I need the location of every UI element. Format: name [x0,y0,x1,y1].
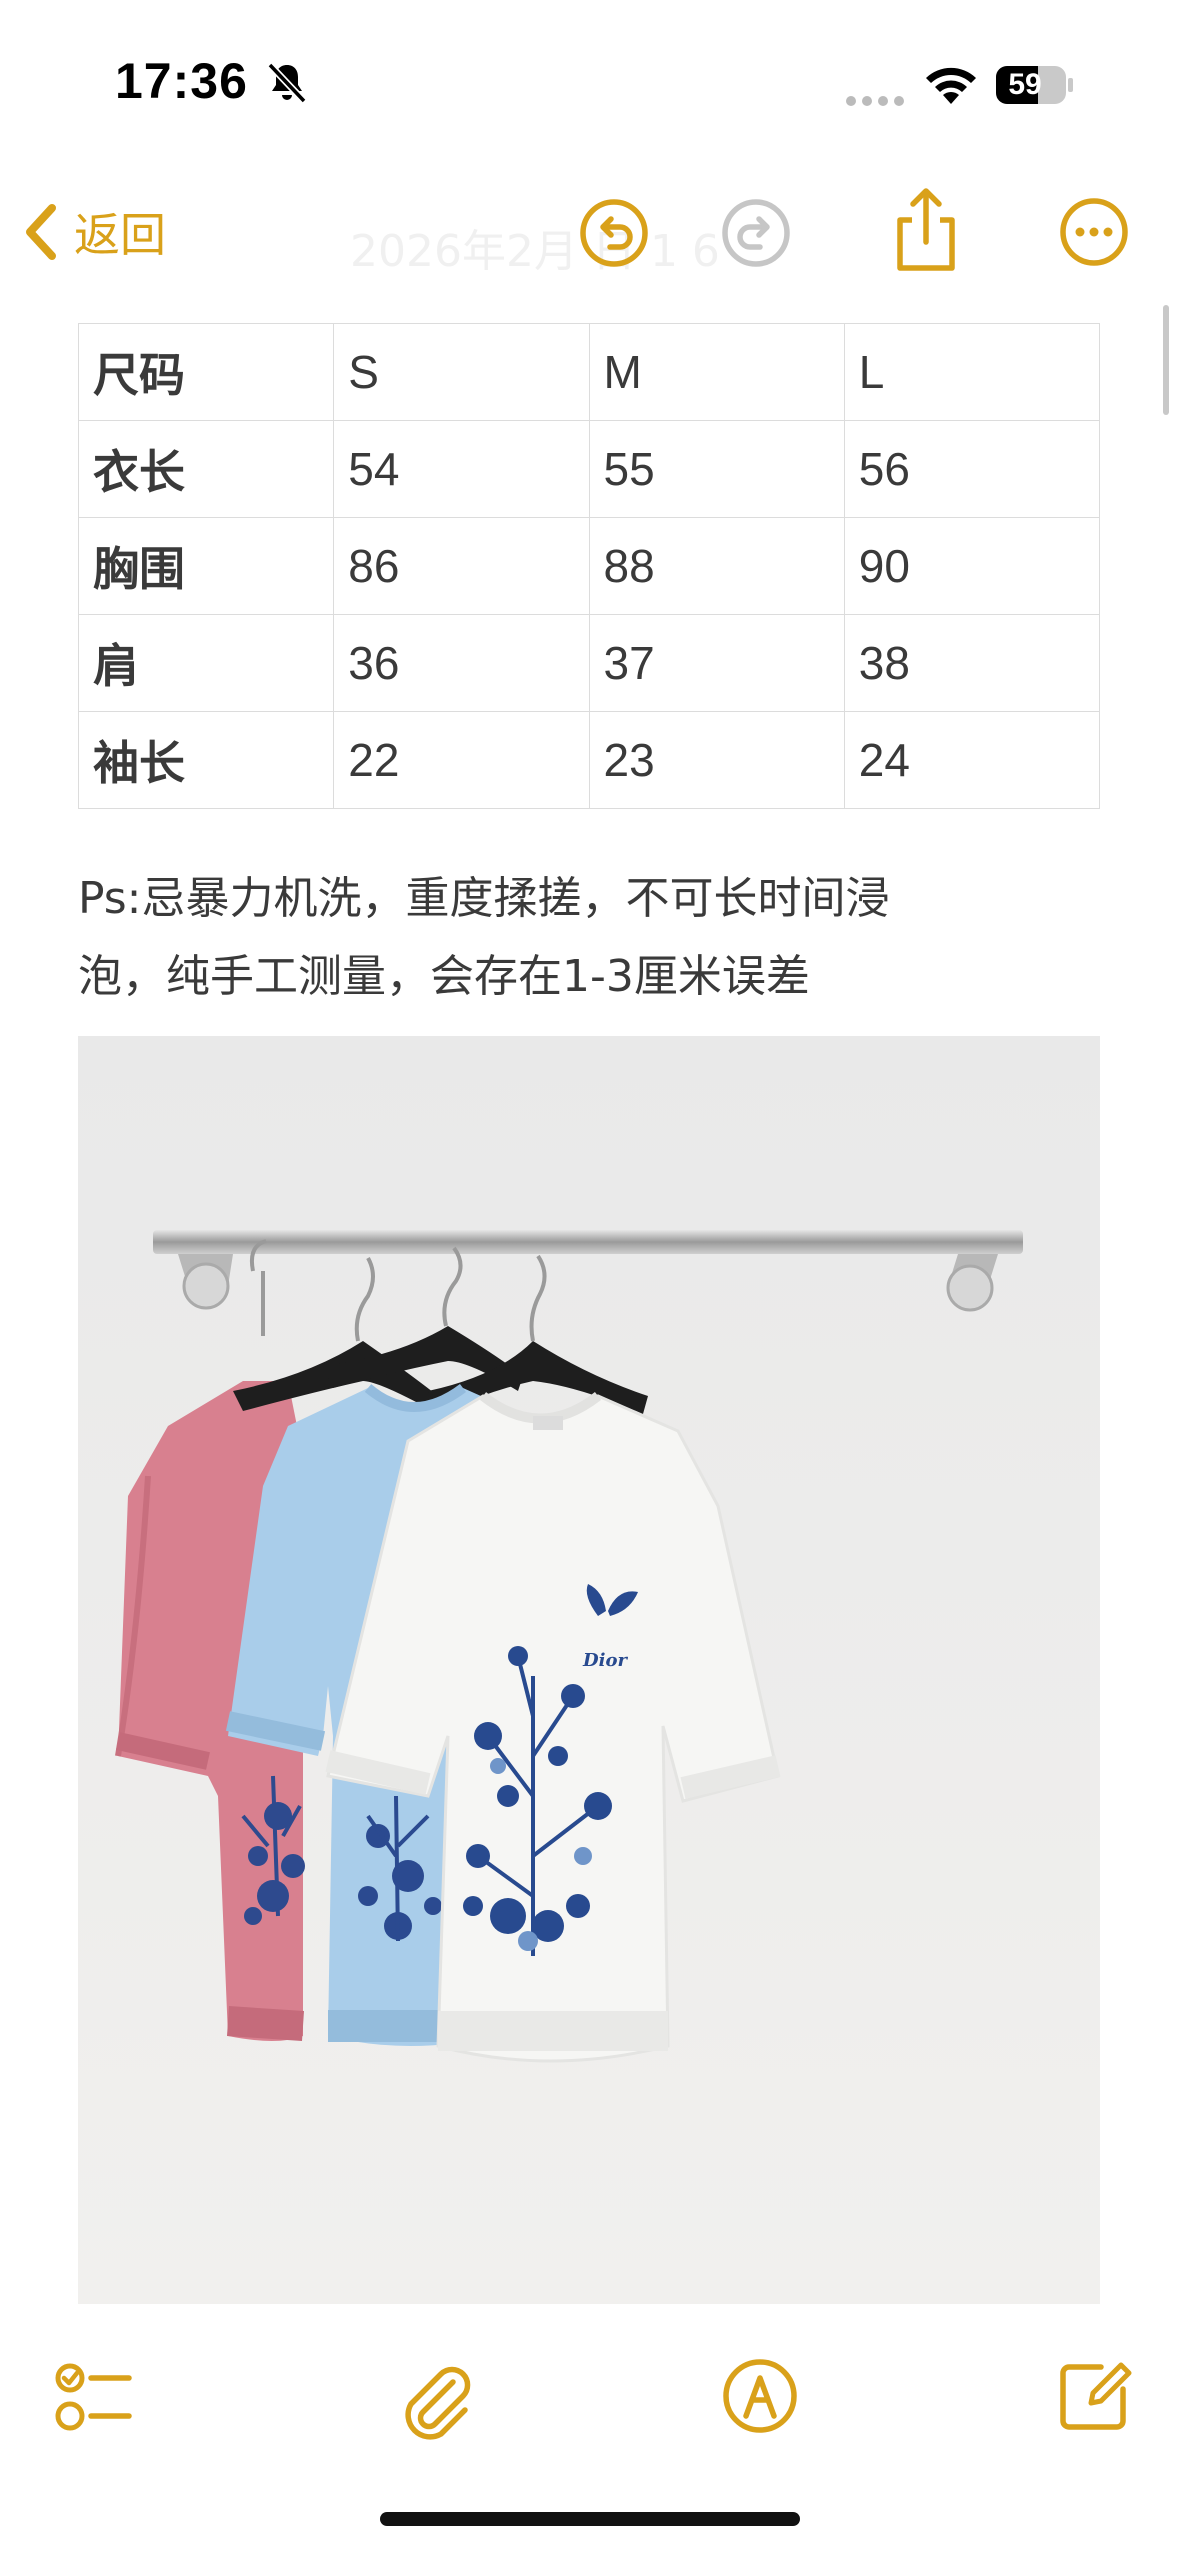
table-cell: 36 [333,614,590,712]
table-cell: 22 [333,711,590,809]
navigation-bar: 返回 2026年2月 日 1 6 [0,170,1179,300]
table-cell: 54 [333,420,590,518]
status-bar: 17:36 59 [0,0,1179,170]
size-table: 尺码 S M L 衣长 54 55 56 胸围 86 88 90 肩 36 37… [77,323,1101,809]
home-indicator[interactable] [380,2512,800,2526]
table-cell: 56 [843,420,1101,518]
back-button[interactable]: 返回 [22,192,166,272]
table-cell: 肩 [77,614,335,712]
note-date: 2026年2月 日 1 6 [350,226,720,277]
bell-slash-icon [267,62,307,104]
table-cell: 86 [333,517,590,615]
undo-icon[interactable] [578,197,650,269]
table-cell: 胸围 [77,517,335,615]
table-header-row: 尺码 S M L [77,323,1101,421]
table-cell: 袖长 [77,711,335,809]
compose-icon[interactable] [1055,2355,1135,2435]
markup-pen-icon[interactable] [720,2356,800,2436]
table-cell: 24 [843,711,1101,809]
note-line: Ps:忌暴力机洗，重度揉搓，不可长时间浸 [78,873,890,924]
shirts-on-rack-image: Dior [78,1036,1100,2304]
more-icon[interactable] [1058,196,1130,268]
table-cell: S [333,323,590,421]
table-cell: L [843,323,1101,421]
product-photo[interactable]: Dior [78,1036,1100,2304]
table-cell: 90 [843,517,1101,615]
checklist-icon[interactable] [55,2360,135,2440]
care-note[interactable]: Ps:忌暴力机洗，重度揉搓，不可长时间浸 泡，纯手工测量，会存在1-3厘米误差 [78,860,1108,1016]
table-cell: M [588,323,845,421]
wifi-icon [926,67,976,104]
note-line: 泡，纯手工测量，会存在1-3厘米误差 [78,951,810,1002]
brand-embroidery: Dior [582,1650,628,1671]
paperclip-icon[interactable] [395,2360,475,2440]
back-label: 返回 [74,208,166,262]
table-cell: 尺码 [77,323,335,421]
table-cell: 衣长 [77,420,335,518]
status-time: 17:36 [115,53,248,109]
table-row: 袖长 22 23 24 [77,711,1101,809]
table-cell: 88 [588,517,845,615]
table-cell: 55 [588,420,845,518]
table-row: 肩 36 37 38 [77,614,1101,712]
table-row: 衣长 54 55 56 [77,420,1101,518]
table-cell: 23 [588,711,845,809]
share-icon[interactable] [888,186,964,274]
scroll-indicator [1163,305,1169,415]
table-row: 胸围 86 88 90 [77,517,1101,615]
chevron-left-icon [26,204,56,260]
battery-level: 59 [1008,68,1042,101]
cellular-dots-icon [846,96,904,106]
table-cell: 37 [588,614,845,712]
redo-icon[interactable] [720,197,792,269]
table-cell: 38 [843,614,1101,712]
